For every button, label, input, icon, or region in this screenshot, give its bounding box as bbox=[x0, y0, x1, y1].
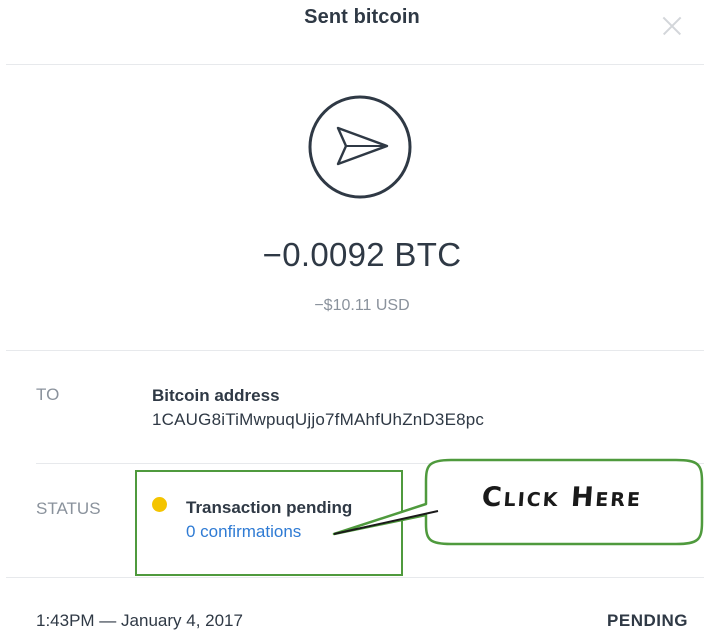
amount-btc: −0.0092 BTC bbox=[262, 236, 462, 273]
amount-usd: −$10.11 USD bbox=[314, 297, 410, 314]
header-divider bbox=[6, 64, 704, 65]
address-title: Bitcoin address bbox=[152, 386, 280, 405]
sent-bitcoin-modal: Sent bitcoin −0.0092 BTC −$10.11 USD TO … bbox=[0, 0, 704, 636]
modal-title: Sent bitcoin bbox=[304, 6, 420, 28]
transaction-status-badge: PENDING bbox=[607, 611, 688, 630]
confirmations-link[interactable]: 0 confirmations bbox=[186, 522, 301, 542]
pending-status-dot bbox=[152, 497, 167, 512]
send-paper-plane-icon bbox=[308, 95, 412, 199]
close-icon[interactable] bbox=[660, 14, 684, 38]
click-here-text: Click Here bbox=[480, 482, 644, 513]
transaction-timestamp: 1:43PM — January 4, 2017 bbox=[36, 611, 243, 630]
status-label: STATUS bbox=[36, 499, 101, 518]
to-label: TO bbox=[36, 385, 60, 404]
bitcoin-address: 1CAUG8iTiMwpuqUjjo7fMAhfUhZnD3E8pc bbox=[152, 410, 485, 429]
amount-divider bbox=[6, 350, 704, 351]
status-divider bbox=[6, 577, 704, 578]
